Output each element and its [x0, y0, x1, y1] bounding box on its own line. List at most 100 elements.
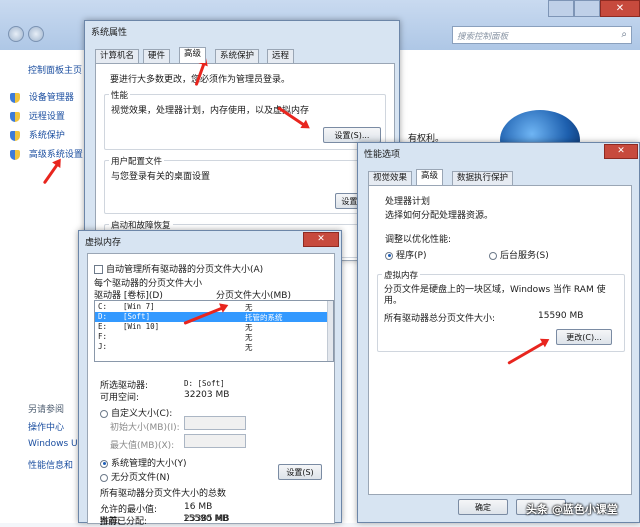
- nav-item-label: 远程设置: [28, 112, 65, 122]
- radio-icon: [489, 251, 497, 260]
- maximize-button[interactable]: [574, 0, 600, 17]
- drive-label: [Win 10]: [123, 322, 160, 331]
- auto-manage-checkbox[interactable]: 自动管理所有驱动器的分页文件大小(A): [94, 262, 263, 275]
- window-title: 虚拟内存: [85, 238, 122, 248]
- group-title: 虚拟内存: [382, 269, 421, 281]
- search-placeholder: 搜索控制面板: [457, 32, 509, 42]
- initial-size-input[interactable]: [184, 416, 246, 430]
- radio-label: 系统管理的大小(Y): [111, 459, 187, 469]
- system-managed-radio[interactable]: 系统管理的大小(Y): [100, 456, 187, 469]
- radio-label: 无分页文件(N): [111, 473, 170, 483]
- nav-item-device-manager[interactable]: 设备管理器: [10, 90, 74, 103]
- total-group-title: 所有驱动器分页文件大小的总数: [100, 489, 227, 499]
- programs-radio[interactable]: 程序(P): [385, 248, 426, 261]
- group-title: 处理器计划: [385, 197, 431, 207]
- table-row[interactable]: J: 无: [95, 342, 333, 352]
- group-title: 用户配置文件: [109, 155, 165, 167]
- no-paging-radio[interactable]: 无分页文件(N): [100, 470, 170, 483]
- nav-item-protection[interactable]: 系统保护: [10, 128, 65, 141]
- window-title: 性能选项: [364, 150, 401, 160]
- see-also-heading: 另请参阅: [28, 405, 65, 415]
- user-profiles-group: 用户配置文件 与您登录有关的桌面设置 设置(E): [104, 155, 386, 214]
- drive-letter: D:: [98, 312, 108, 321]
- performance-options-window: 性能选项 ✕ 视觉效果 高级 数据执行保护 处理器计划 选择如何分配处理器资源。…: [357, 142, 640, 523]
- adjust-label: 调整以优化性能:: [385, 235, 452, 245]
- max-size-label: 最大值(MB)(X):: [110, 441, 175, 451]
- nav-item-label: 设备管理器: [28, 93, 74, 103]
- list-scrollbar[interactable]: [327, 301, 333, 361]
- max-size-input[interactable]: [184, 434, 246, 448]
- selected-drive-value: D: [Soft]: [184, 379, 225, 388]
- tab-panel: 处理器计划 选择如何分配处理器资源。 调整以优化性能: 程序(P) 后台服务(S…: [368, 185, 632, 495]
- close-button[interactable]: ✕: [604, 144, 638, 159]
- radio-icon: [100, 409, 108, 418]
- minimize-button[interactable]: [548, 0, 574, 17]
- shield-icon: [10, 149, 20, 160]
- drive-size: 无: [245, 343, 253, 352]
- tab-dep[interactable]: 数据执行保护: [452, 171, 514, 185]
- nav-item-remote[interactable]: 远程设置: [10, 109, 65, 122]
- shield-icon: [10, 111, 20, 122]
- table-row[interactable]: E: [Win 10] 无: [95, 322, 333, 332]
- radio-label: 后台服务(S): [500, 251, 549, 261]
- background-services-radio[interactable]: 后台服务(S): [489, 248, 549, 261]
- close-button[interactable]: ✕: [303, 232, 339, 247]
- tab-advanced[interactable]: 高级: [179, 47, 207, 63]
- vm-description: 分页文件是硬盘上的一块区域，Windows 当作 RAM 使用。: [384, 285, 606, 306]
- drive-letter: F:: [98, 332, 108, 341]
- tab-remote[interactable]: 远程: [267, 49, 295, 63]
- free-space-value: 32203 MB: [184, 390, 230, 400]
- tab-computer-name[interactable]: 计算机名: [95, 49, 140, 63]
- performance-group: 性能 视觉效果，处理器计划，内存使用，以及虚拟内存 设置(S)...: [104, 89, 386, 150]
- virtual-memory-window: 虚拟内存 ✕ 自动管理所有驱动器的分页文件大小(A) 每个驱动器的分页文件大小 …: [78, 230, 342, 527]
- tab-advanced[interactable]: 高级: [416, 169, 444, 185]
- performance-settings-button[interactable]: 设置(S)...: [323, 127, 381, 143]
- drive-label: [Soft]: [123, 312, 151, 321]
- drive-letter: J:: [98, 342, 108, 351]
- system-properties-window: 系统属性 计算机名 硬件 高级 系统保护 远程 要进行大多数更改，您必须作为管理…: [84, 20, 400, 261]
- nav-item-label: 系统保护: [28, 131, 65, 141]
- initial-size-label: 初始大小(MB)(I):: [110, 423, 180, 433]
- cpu-description: 选择如何分配处理器资源。: [385, 211, 494, 221]
- checkbox-icon: [94, 265, 103, 274]
- tab-hardware[interactable]: 硬件: [143, 49, 171, 63]
- see-also-perf-info[interactable]: 性能信息和: [28, 458, 73, 471]
- radio-label: 程序(P): [396, 251, 427, 261]
- window-title: 系统属性: [91, 28, 128, 38]
- current-label: 当前已分配:: [99, 517, 148, 527]
- nav-home-link[interactable]: 控制面板主页: [28, 63, 82, 76]
- checkbox-label: 自动管理所有驱动器的分页文件大小(A): [106, 265, 264, 275]
- custom-size-radio[interactable]: 自定义大小(C):: [100, 406, 172, 419]
- user-profiles-description: 与您登录有关的桌面设置: [111, 172, 211, 182]
- shield-icon: [10, 130, 20, 141]
- search-icon[interactable]: ⌕: [621, 29, 627, 40]
- forward-button[interactable]: [28, 26, 44, 42]
- change-button[interactable]: 更改(C)...: [556, 329, 612, 345]
- close-button[interactable]: ✕: [600, 0, 640, 17]
- tab-system-protection[interactable]: 系统保护: [215, 49, 260, 63]
- see-also-windows-update[interactable]: Windows U: [28, 439, 78, 449]
- nav-item-advanced[interactable]: 高级系统设置: [10, 147, 83, 160]
- see-also-action-center[interactable]: 操作中心: [28, 420, 64, 433]
- watermark: 头条 @蓝色小课堂: [526, 503, 618, 516]
- drive-label: [Win 7]: [123, 302, 155, 311]
- radio-icon: [100, 473, 108, 482]
- ok-button[interactable]: 确定: [458, 499, 508, 515]
- tab-visual-effects[interactable]: 视觉效果: [368, 171, 413, 185]
- radio-icon: [385, 251, 393, 260]
- window-controls: ✕: [548, 0, 640, 18]
- vm-total-label: 所有驱动器总分页文件大小:: [384, 314, 496, 324]
- dialog-body: 自动管理所有驱动器的分页文件大小(A) 每个驱动器的分页文件大小 驱动器 [卷标…: [87, 253, 335, 527]
- virtual-memory-group: 虚拟内存 分页文件是硬盘上的一块区域，Windows 当作 RAM 使用。 所有…: [377, 269, 625, 352]
- table-row[interactable]: F: 无: [95, 332, 333, 342]
- drive-letter: E:: [98, 322, 108, 331]
- drive-letter: C:: [98, 302, 108, 311]
- group-title: 性能: [109, 89, 131, 101]
- min-allowed-value: 16 MB: [184, 502, 213, 512]
- search-input[interactable]: 搜索控制面板 ⌕: [452, 26, 632, 44]
- shield-icon: [10, 92, 20, 103]
- processor-scheduling-group: 处理器计划 选择如何分配处理器资源。 调整以优化性能: 程序(P) 后台服务(S…: [377, 194, 625, 264]
- back-button[interactable]: [8, 26, 24, 42]
- radio-label: 自定义大小(C):: [111, 409, 173, 419]
- set-button[interactable]: 设置(S): [278, 464, 322, 480]
